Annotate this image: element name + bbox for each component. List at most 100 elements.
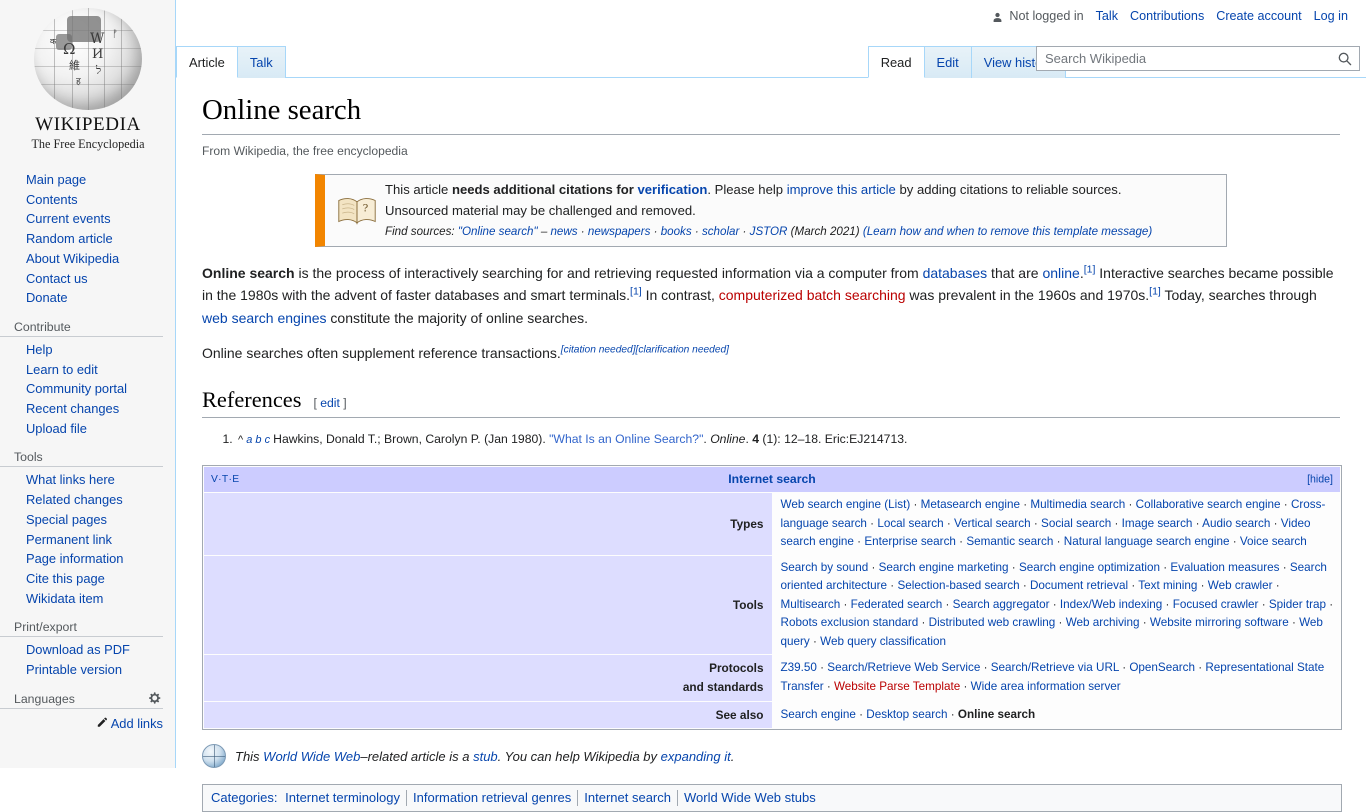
navbox-link-opensearch[interactable]: OpenSearch	[1129, 661, 1195, 674]
sidebar-item-printable-version[interactable]: Printable version	[0, 660, 175, 680]
sidebar-item-contact-us[interactable]: Contact us	[0, 269, 175, 289]
inline-reference-marker[interactable]: [1]	[630, 286, 642, 298]
search-icon[interactable]	[1331, 47, 1359, 70]
navbox-link-multimedia-search[interactable]: Multimedia search	[1030, 498, 1125, 511]
citation-needed-link[interactable]: [citation needed]	[561, 345, 636, 356]
verification-link[interactable]: verification	[637, 182, 707, 197]
sidebar-item-cite-this-page[interactable]: Cite this page	[0, 569, 175, 589]
category-link-internet-terminology[interactable]: Internet terminology	[285, 790, 400, 805]
article-link-databases[interactable]: databases	[923, 265, 988, 281]
sidebar-item-wikidata-item[interactable]: Wikidata item	[0, 589, 175, 609]
navbox-link-web-crawler[interactable]: Web crawler	[1208, 579, 1273, 592]
navbox-link-vertical-search[interactable]: Vertical search	[954, 517, 1031, 530]
wikipedia-logo[interactable]: W Ω И 維 ל ᚠ क ह WIKIPEDIA The Free Encyc…	[0, 0, 176, 160]
reference-marker-link[interactable]: [1]	[1149, 286, 1161, 298]
category-link-information-retrieval-genres[interactable]: Information retrieval genres	[413, 790, 571, 805]
sidebar-item-permanent-link[interactable]: Permanent link	[0, 530, 175, 550]
navbox-link-web-query-classification[interactable]: Web query classification	[820, 635, 946, 648]
navbox-link-selection-based-search[interactable]: Selection-based search	[897, 579, 1019, 592]
navbox-link-image-search[interactable]: Image search	[1122, 517, 1193, 530]
navbox-link-social-search[interactable]: Social search	[1041, 517, 1111, 530]
backlink-b[interactable]: b	[255, 434, 261, 446]
category-link-world-wide-web-stubs[interactable]: World Wide Web stubs	[684, 790, 816, 805]
sidebar-item-community-portal[interactable]: Community portal	[0, 379, 175, 399]
sidebar-item-help[interactable]: Help	[0, 340, 175, 360]
sidebar-item-random-article[interactable]: Random article	[0, 229, 175, 249]
article-link-online[interactable]: online	[1042, 265, 1079, 281]
gear-icon[interactable]	[147, 691, 161, 705]
sidebar-item-download-as-pdf[interactable]: Download as PDF	[0, 640, 175, 660]
backlink-c[interactable]: c	[265, 434, 271, 446]
navbox-link-search-engine-optimization[interactable]: Search engine optimization	[1019, 561, 1160, 574]
improve-article-link[interactable]: improve this article	[787, 182, 896, 197]
edit-link[interactable]: edit	[320, 396, 340, 410]
navbox-link-audio-search[interactable]: Audio search	[1202, 517, 1270, 530]
navbox-link-web-search-engine-list-[interactable]: Web search engine (List)	[781, 498, 911, 511]
categories-label[interactable]: Categories:	[211, 790, 277, 805]
search-box[interactable]	[1036, 46, 1360, 71]
navbox-link-focused-crawler[interactable]: Focused crawler	[1173, 598, 1259, 611]
expanding-it-link[interactable]: expanding it	[661, 749, 731, 764]
sidebar-item-contents[interactable]: Contents	[0, 190, 175, 210]
reference-marker-link[interactable]: [1]	[1084, 263, 1096, 275]
find-source-news[interactable]: news	[550, 225, 577, 238]
find-source-scholar[interactable]: scholar	[702, 225, 739, 238]
search-input[interactable]	[1037, 51, 1331, 66]
navbox-link-semantic-search[interactable]: Semantic search	[966, 535, 1053, 548]
article-redlink-computerized-batch-searching[interactable]: computerized batch searching	[719, 287, 906, 303]
navbox-link-natural-language-search-engine[interactable]: Natural language search engine	[1064, 535, 1230, 548]
remove-template-link[interactable]: (Learn how and when to remove this templ…	[863, 225, 1152, 238]
navbox-link-document-retrieval[interactable]: Document retrieval	[1030, 579, 1128, 592]
find-source-books[interactable]: books	[661, 225, 692, 238]
navbox-link-robots-exclusion-standard[interactable]: Robots exclusion standard	[781, 616, 919, 629]
navbox-link-voice-search[interactable]: Voice search	[1240, 535, 1307, 548]
sidebar-item-add-links[interactable]: Add links	[96, 716, 163, 731]
navbox-link-evaluation-measures[interactable]: Evaluation measures	[1170, 561, 1279, 574]
inline-reference-marker[interactable]: [1]	[1084, 263, 1096, 275]
navbox-link-text-mining[interactable]: Text mining	[1138, 579, 1197, 592]
citation-needed-marker[interactable]: [clarification needed]	[636, 345, 729, 356]
navbox-link-website-parse-template[interactable]: Website Parse Template	[834, 680, 960, 693]
navbox-link-search-engine[interactable]: Search engine	[781, 708, 856, 721]
world-wide-web-link[interactable]: World Wide Web	[263, 749, 360, 764]
navbox-link-metasearch-engine[interactable]: Metasearch engine	[921, 498, 1020, 511]
navbox-link-enterprise-search[interactable]: Enterprise search	[864, 535, 956, 548]
sidebar-item-about-wikipedia[interactable]: About Wikipedia	[0, 249, 175, 269]
stub-link[interactable]: stub	[473, 749, 498, 764]
navbox-edit-link[interactable]: E	[232, 474, 239, 485]
category-link-internet-search[interactable]: Internet search	[584, 790, 671, 805]
sidebar-item-learn-to-edit[interactable]: Learn to edit	[0, 360, 175, 380]
navbox-link-desktop-search[interactable]: Desktop search	[866, 708, 947, 721]
navbox-hide-toggle[interactable]: [hide]	[1307, 471, 1333, 488]
backlink-a[interactable]: a	[246, 434, 252, 446]
navbox-link-search-by-sound[interactable]: Search by sound	[781, 561, 869, 574]
sidebar-item-what-links-here[interactable]: What links here	[0, 470, 175, 490]
tab-edit[interactable]: Edit	[924, 46, 972, 78]
navbox-link-collaborative-search-engine[interactable]: Collaborative search engine	[1136, 498, 1281, 511]
sidebar-item-page-information[interactable]: Page information	[0, 549, 175, 569]
navbox-link-federated-search[interactable]: Federated search	[851, 598, 943, 611]
tab-article[interactable]: Article	[176, 46, 238, 78]
citation-needed-marker[interactable]: [citation needed]	[561, 345, 636, 356]
inline-reference-marker[interactable]: [1]	[1149, 286, 1161, 298]
sidebar-item-recent-changes[interactable]: Recent changes	[0, 399, 175, 419]
navbox-link-index-web-indexing[interactable]: Index/Web indexing	[1060, 598, 1162, 611]
navbox-link-distributed-web-crawling[interactable]: Distributed web crawling	[929, 616, 1056, 629]
navbox-link-search-retrieve-web-service[interactable]: Search/Retrieve Web Service	[827, 661, 980, 674]
navbox-link-search-engine-marketing[interactable]: Search engine marketing	[879, 561, 1009, 574]
find-sources-query[interactable]: "Online search"	[458, 225, 538, 238]
tab-read[interactable]: Read	[867, 46, 925, 78]
sidebar-item-current-events[interactable]: Current events	[0, 209, 175, 229]
sidebar-item-donate[interactable]: Donate	[0, 288, 175, 308]
navbox-link-web-archiving[interactable]: Web archiving	[1066, 616, 1140, 629]
reference-marker-link[interactable]: [1]	[630, 286, 642, 298]
sidebar-item-main-page[interactable]: Main page	[0, 170, 175, 190]
find-source-newspapers[interactable]: newspapers	[588, 225, 651, 238]
sidebar-item-related-changes[interactable]: Related changes	[0, 490, 175, 510]
article-link-web-search-engines[interactable]: web search engines	[202, 310, 327, 326]
navbox-talk-link[interactable]: T	[222, 474, 229, 485]
navbox-link-spider-trap[interactable]: Spider trap	[1269, 598, 1326, 611]
navbox-link-local-search[interactable]: Local search	[877, 517, 943, 530]
reference-title-link[interactable]: "What Is an Online Search?"	[549, 432, 703, 446]
navbox-link-website-mirroring-software[interactable]: Website mirroring software	[1150, 616, 1289, 629]
